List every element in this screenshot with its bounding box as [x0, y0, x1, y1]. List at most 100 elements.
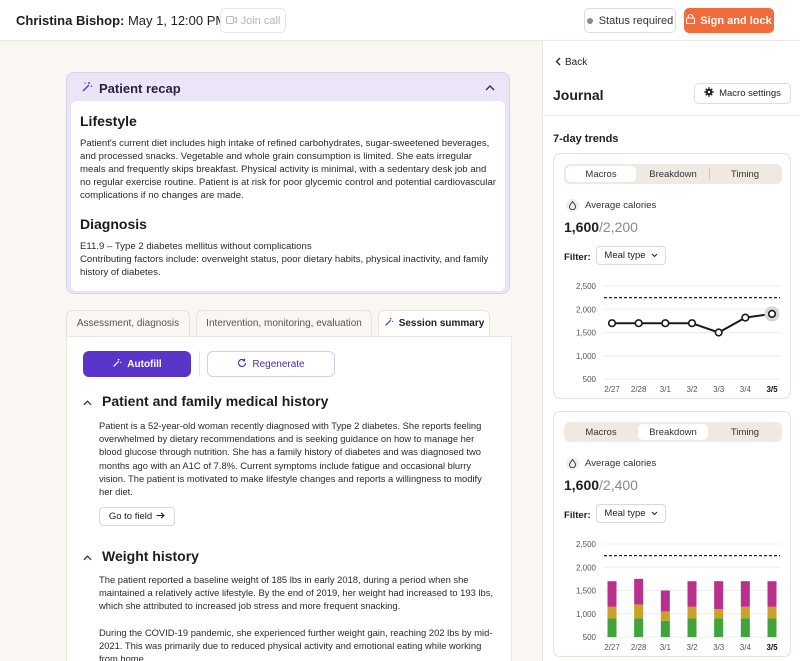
patient-name: Christina Bishop:: [16, 13, 125, 28]
average-calories-label: Average calories: [566, 199, 656, 212]
gear-icon: [704, 87, 714, 100]
macro-settings-button[interactable]: Macro settings: [694, 83, 791, 104]
segment-breakdown[interactable]: Breakdown: [638, 424, 708, 440]
divider: [543, 115, 800, 116]
tab-label: Session summary: [398, 318, 485, 329]
journal-panel: Back Journal Macro settings 7-day trends…: [542, 41, 800, 661]
diagnosis-heading: Diagnosis: [80, 216, 147, 232]
bar-segment: [740, 606, 750, 619]
view-segmented-control: Macros Breakdown Timing: [564, 422, 782, 442]
segment-macros[interactable]: Macros: [566, 166, 636, 182]
segment-macros[interactable]: Macros: [566, 424, 636, 440]
view-segmented-control: Macros Breakdown Timing: [564, 164, 782, 184]
tab-session-summary[interactable]: Session summary: [378, 310, 490, 336]
lifestyle-heading: Lifestyle: [80, 113, 137, 129]
bar-segment: [714, 618, 724, 637]
chevron-left-icon: [555, 57, 561, 69]
regenerate-button[interactable]: Regenerate: [207, 351, 335, 377]
sign-and-lock-button[interactable]: Sign and lock: [684, 8, 774, 33]
x-tick-label: 3/3: [713, 643, 725, 652]
segment-timing[interactable]: Timing: [710, 424, 780, 440]
bar-segment: [634, 618, 644, 637]
weight-history-text-2: During the COVID-19 pandemic, she experi…: [99, 627, 493, 661]
join-call-button[interactable]: Join call: [220, 8, 286, 33]
bar-segment: [607, 606, 617, 619]
calorie-goal: /2,200: [599, 219, 638, 235]
calories-line-chart: 2,500 2,000 1,500 1,000 500 2/27 2/28 3/1 3/2 3/3…: [576, 282, 780, 394]
trends-heading: 7-day trends: [553, 133, 619, 145]
autofill-button[interactable]: Autofill: [83, 351, 191, 377]
y-tick-label: 2,500: [576, 282, 597, 291]
diagnosis-factors: Contributing factors include: overweight…: [80, 254, 489, 278]
bar-segment: [660, 590, 670, 612]
recap-body: Lifestyle Patient's current diet include…: [71, 101, 505, 291]
back-label: Back: [565, 57, 588, 68]
tab-assessment-diagnosis[interactable]: Assessment, diagnosis: [66, 310, 190, 336]
chevron-down-icon: [651, 250, 658, 261]
lock-icon: [686, 14, 696, 27]
chevron-up-icon: [83, 548, 92, 564]
bar-segment: [607, 618, 617, 637]
chevron-up-icon[interactable]: [485, 80, 495, 94]
filter-label: Filter:: [564, 252, 591, 263]
x-tick-label: 3/3: [713, 385, 725, 394]
recap-header[interactable]: Patient recap: [81, 81, 181, 96]
journal-title: Journal: [553, 87, 604, 103]
data-point: [661, 319, 670, 328]
bar-segment: [767, 606, 777, 619]
data-point: [767, 309, 777, 319]
magic-wand-icon: [81, 81, 93, 96]
section-title: Patient and family medical history: [102, 393, 329, 409]
x-tick-label: 2/27: [604, 385, 620, 394]
bar-segment: [687, 606, 697, 619]
calorie-value: 1,600: [564, 219, 600, 235]
x-tick-label: 3/2: [686, 643, 698, 652]
y-tick-label: 500: [583, 375, 597, 384]
filter-label: Filter:: [564, 510, 591, 521]
filter-value: Meal type: [604, 250, 646, 261]
flame-icon: [566, 199, 579, 212]
data-point: [607, 319, 617, 328]
data-point: [741, 313, 750, 322]
average-calories-label: Average calories: [566, 457, 656, 470]
autofill-label: Autofill: [127, 358, 162, 370]
diagnosis-code: E11.9 – Type 2 diabetes mellitus without…: [80, 241, 312, 252]
medical-history-text: Patient is a 52-year-old woman recently …: [99, 420, 482, 498]
regenerate-label: Regenerate: [252, 358, 305, 370]
bar-segment: [740, 618, 750, 637]
x-tick-label: 2/28: [631, 385, 647, 394]
tab-label: Intervention, monitoring, evaluation: [206, 318, 362, 329]
x-tick-label: 3/1: [660, 385, 672, 394]
bar-segment: [634, 578, 644, 605]
bar-segment: [767, 581, 777, 607]
status-required-button[interactable]: Status required: [584, 8, 676, 33]
calorie-goal: /2,400: [599, 477, 638, 493]
flame-icon: [566, 457, 579, 470]
bar-segment: [767, 618, 777, 637]
tab-intervention[interactable]: Intervention, monitoring, evaluation: [196, 310, 372, 336]
status-dot-icon: [586, 17, 593, 24]
x-tick-label: 3/4: [740, 643, 752, 652]
calories-stacked-bar-chart: 2,500 2,000 1,500 1,000 500 2/27 2/28 3/1 3/2 3/3…: [576, 540, 780, 652]
data-point: [714, 328, 723, 337]
chevron-down-icon: [651, 508, 658, 519]
meal-type-filter[interactable]: Meal type: [596, 504, 666, 523]
back-link[interactable]: Back: [555, 57, 587, 69]
join-call-label: Join call: [240, 14, 281, 27]
go-to-field-button[interactable]: Go to field: [99, 507, 175, 526]
y-tick-label: 500: [583, 633, 597, 642]
calorie-total: 1,600/2,400: [564, 477, 638, 493]
tab-label: Assessment, diagnosis: [76, 318, 180, 329]
meal-type-filter[interactable]: Meal type: [596, 246, 666, 265]
bar-segment: [687, 618, 697, 637]
refresh-icon: [237, 358, 247, 371]
section-weight-history-heading[interactable]: Weight history: [83, 548, 199, 564]
calorie-total: 1,600/2,200: [564, 219, 638, 235]
bar-segment: [687, 581, 697, 607]
section-medical-history-heading[interactable]: Patient and family medical history: [83, 393, 328, 409]
segment-timing[interactable]: Timing: [710, 166, 780, 182]
bar-segment: [634, 604, 644, 619]
x-tick-label: 3/5: [766, 385, 778, 394]
segment-breakdown[interactable]: Breakdown: [638, 166, 708, 182]
macro-settings-label: Macro settings: [719, 88, 781, 99]
